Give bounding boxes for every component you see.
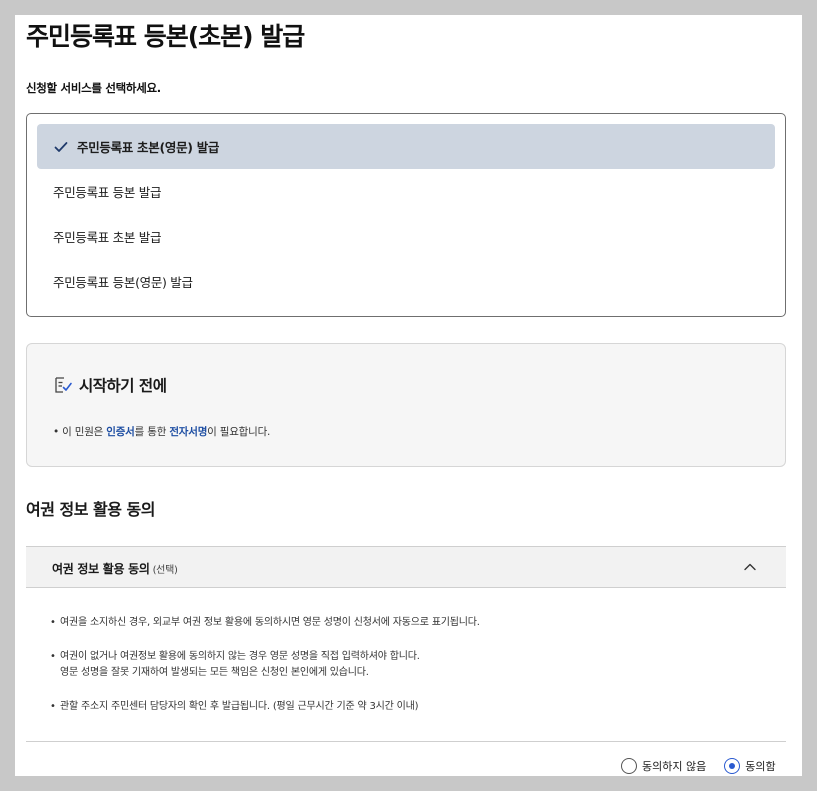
note-prefix: 이 민원은 xyxy=(62,426,107,438)
passport-consent-section-title: 여권 정보 활용 동의 xyxy=(26,500,155,519)
radio-disagree-circle[interactable] xyxy=(621,758,637,774)
chevron-up-icon[interactable] xyxy=(742,559,758,575)
consent-bullet: 여권을 소지하신 경우, 외교부 여권 정보 활용에 동의하시면 영문 성명이 … xyxy=(50,615,750,632)
consent-bullet-text: 여권이 없거나 여권정보 활용에 동의하지 않는 경우 영문 성명을 직접 입력… xyxy=(60,650,420,662)
service-option-label: 주민등록표 등본 발급 xyxy=(53,185,162,200)
consent-bullet: 여권이 없거나 여권정보 활용에 동의하지 않는 경우 영문 성명을 직접 입력… xyxy=(50,649,750,682)
e-signature-link[interactable]: 전자서명 xyxy=(169,426,207,438)
radio-agree-circle[interactable] xyxy=(724,758,741,774)
radio-agree-label: 동의함 xyxy=(745,760,776,773)
radio-agree[interactable]: 동의함 xyxy=(724,758,776,774)
service-select-prompt: 신청할 서비스를 선택하세요. xyxy=(26,81,161,95)
divider xyxy=(26,741,786,742)
check-icon xyxy=(53,139,69,155)
accordion-title: 여권 정보 활용 동의 (선택) xyxy=(52,560,178,577)
service-option-abstract[interactable]: 주민등록표 초본 발급 xyxy=(37,214,775,259)
consent-bullet-text: 영문 성명을 잘못 기재하여 발생되는 모든 책임은 신청인 본인에게 있습니다… xyxy=(60,667,369,678)
page: 주민등록표 등본(초본) 발급 신청할 서비스를 선택하세요. 주민등록표 초본… xyxy=(15,15,802,776)
note-bullet: • xyxy=(53,426,63,438)
service-option-english-abstract[interactable]: 주민등록표 초본(영문) 발급 xyxy=(37,124,775,169)
accordion-title-text: 여권 정보 활용 동의 xyxy=(52,562,150,576)
note-mid: 를 통한 xyxy=(134,426,170,438)
page-title: 주민등록표 등본(초본) 발급 xyxy=(26,22,305,51)
optional-tag: (선택) xyxy=(152,565,178,576)
note-suffix: 이 필요합니다. xyxy=(207,426,271,438)
passport-consent-accordion-header[interactable]: 여권 정보 활용 동의 (선택) xyxy=(26,546,786,588)
before-start-box: 시작하기 전에 • 이 민원은 인증서를 통한 전자서명이 필요합니다. xyxy=(26,343,786,467)
radio-disagree-label: 동의하지 않음 xyxy=(642,760,707,773)
certificate-requirement-note: • 이 민원은 인증서를 통한 전자서명이 필요합니다. xyxy=(53,424,270,439)
service-option-list: 주민등록표 초본(영문) 발급 주민등록표 등본 발급 주민등록표 초본 발급 … xyxy=(26,113,786,317)
certificate-link[interactable]: 인증서 xyxy=(106,426,135,438)
before-start-title: 시작하기 전에 xyxy=(79,377,167,395)
consent-bullet: 관할 주소지 주민센터 담당자의 확인 후 발급됩니다. (평일 근무시간 기준… xyxy=(50,699,750,716)
service-option-english-copy[interactable]: 주민등록표 등본(영문) 발급 xyxy=(37,259,775,304)
service-option-copy[interactable]: 주민등록표 등본 발급 xyxy=(37,169,775,214)
consent-radio-group: 동의하지 않음 동의함 xyxy=(621,758,776,774)
radio-disagree[interactable]: 동의하지 않음 xyxy=(621,758,706,774)
consent-details: 여권을 소지하신 경우, 외교부 여권 정보 활용에 동의하시면 영문 성명이 … xyxy=(50,615,750,715)
service-option-label: 주민등록표 초본(영문) 발급 xyxy=(77,140,220,155)
service-option-label: 주민등록표 초본 발급 xyxy=(53,230,162,245)
before-start-heading: 시작하기 전에 xyxy=(53,374,167,396)
consent-bullet-text: 관할 주소지 주민센터 담당자의 확인 후 발급됩니다. (평일 근무시간 기준… xyxy=(60,700,419,712)
document-check-icon xyxy=(53,375,73,395)
service-option-label: 주민등록표 등본(영문) 발급 xyxy=(53,275,193,290)
consent-bullet-text: 여권을 소지하신 경우, 외교부 여권 정보 활용에 동의하시면 영문 성명이 … xyxy=(60,617,480,628)
